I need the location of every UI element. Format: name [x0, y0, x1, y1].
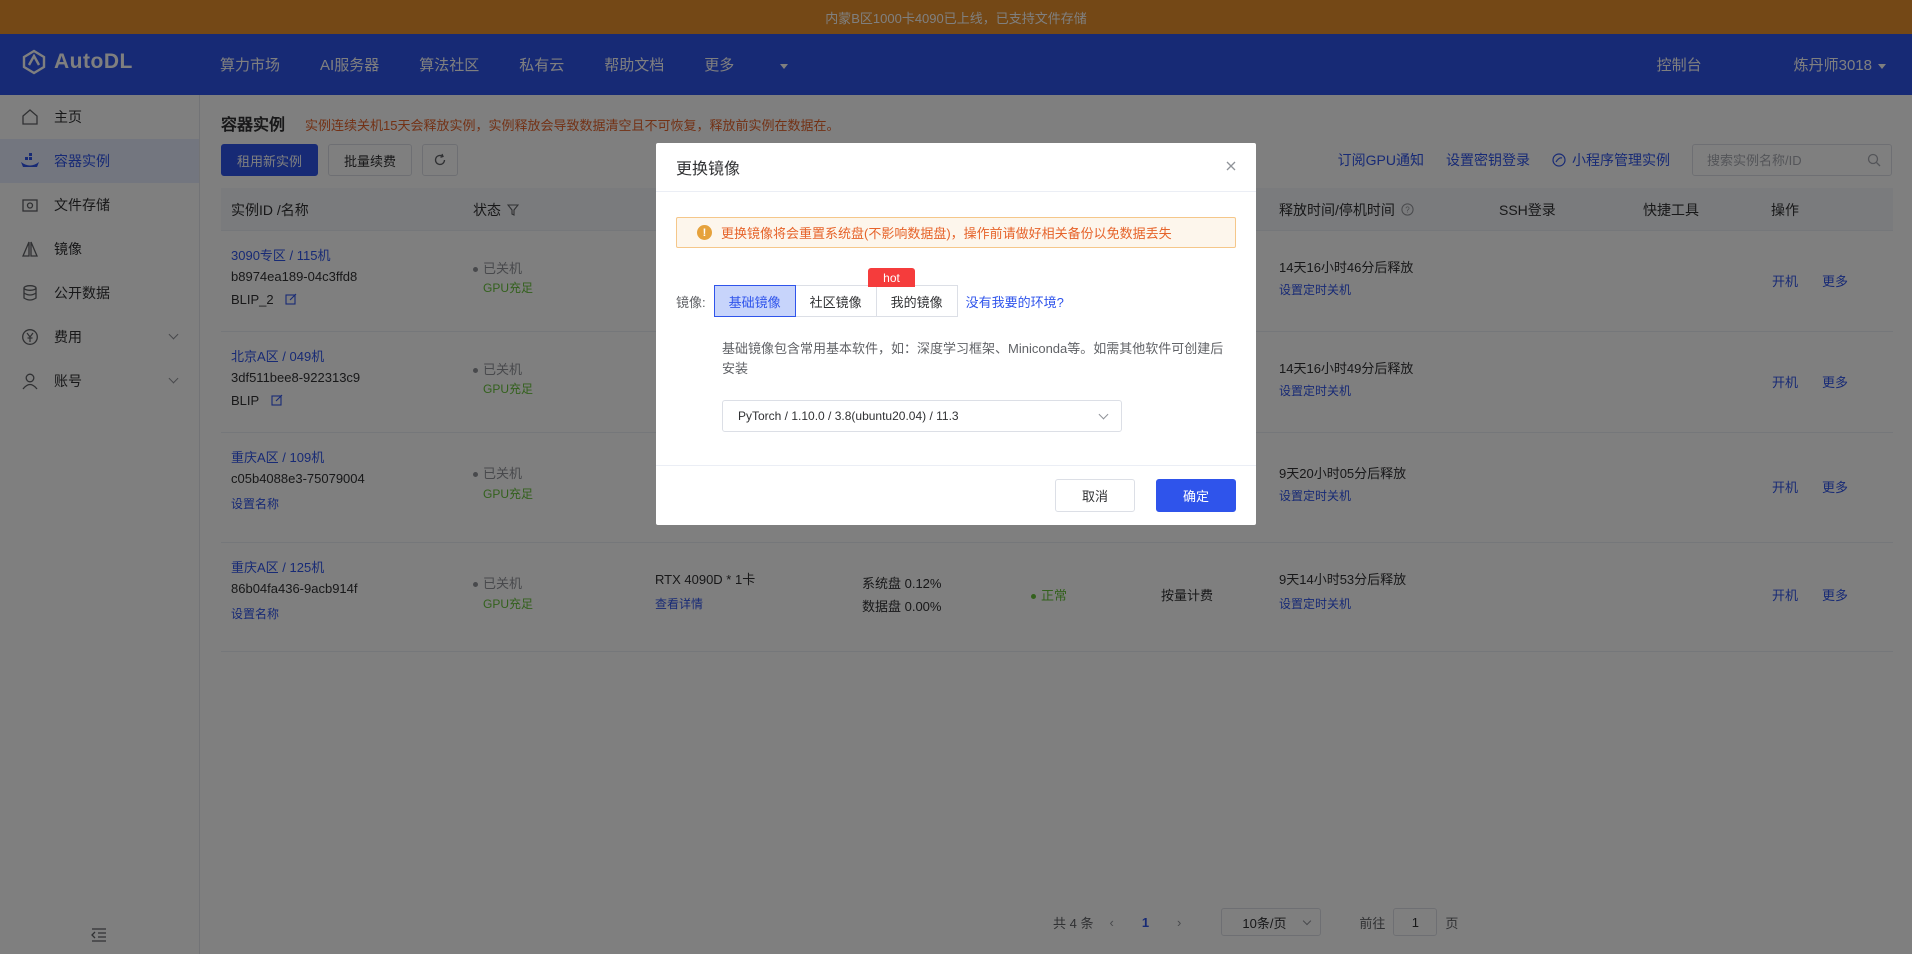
close-icon[interactable] — [1224, 159, 1238, 173]
warning-alert: ! 更换镜像将会重置系统盘(不影响数据盘)，操作前请做好相关备份以免数据丢失 — [676, 217, 1236, 248]
tab-community-image[interactable]: 社区镜像 — [794, 285, 877, 317]
alert-text: 更换镜像将会重置系统盘(不影响数据盘)，操作前请做好相关备份以免数据丢失 — [721, 226, 1172, 241]
dialog-header: 更换镜像 — [656, 143, 1256, 192]
image-type-tabs: 基础镜像 社区镜像 我的镜像 — [713, 285, 958, 317]
image-version-select[interactable]: PyTorch / 1.10.0 / 3.8(ubuntu20.04) / 11… — [722, 400, 1122, 432]
tab-my-image[interactable]: 我的镜像 — [875, 285, 958, 317]
hot-badge: hot — [868, 268, 915, 287]
selected-image-value: PyTorch / 1.10.0 / 3.8(ubuntu20.04) / 11… — [738, 409, 959, 423]
base-image-description: 基础镜像包含常用基本软件，如：深度学习框架、Miniconda等。如需其他软件可… — [722, 341, 1224, 376]
dialog-title: 更换镜像 — [676, 161, 741, 178]
confirm-button[interactable]: 确定 — [1156, 479, 1236, 512]
image-label: 镜像: — [676, 294, 706, 310]
dialog-divider — [656, 465, 1256, 466]
change-image-dialog: 更换镜像 ! 更换镜像将会重置系统盘(不影响数据盘)，操作前请做好相关备份以免数… — [656, 143, 1256, 525]
tab-base-image[interactable]: 基础镜像 — [713, 285, 796, 317]
warning-icon: ! — [697, 225, 712, 240]
no-matching-env-link[interactable]: 没有我要的环境? — [966, 292, 1064, 311]
chevron-down-icon — [1098, 409, 1109, 420]
cancel-button[interactable]: 取消 — [1055, 479, 1135, 512]
